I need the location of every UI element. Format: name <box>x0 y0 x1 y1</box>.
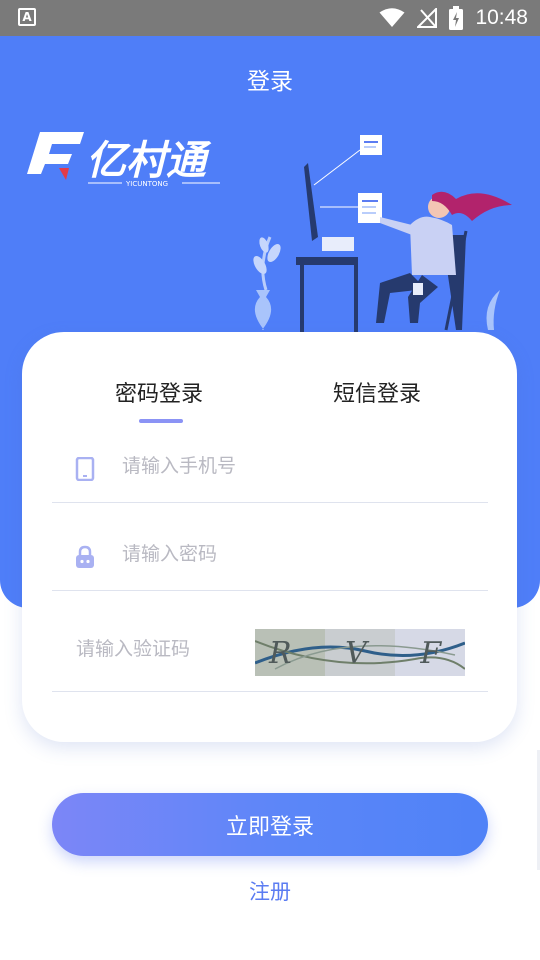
signal-icon <box>417 8 438 28</box>
captcha-field: R V F D <box>52 610 488 692</box>
tab-sms-login[interactable]: 短信登录 <box>333 376 421 408</box>
captcha-input[interactable] <box>76 638 246 660</box>
battery-icon <box>449 6 464 30</box>
tab-password-login[interactable]: 密码登录 <box>115 376 203 408</box>
captcha-image[interactable]: R V F D <box>255 629 465 676</box>
logo-brand-en: YICUNTONG <box>125 180 168 188</box>
tab-active-indicator <box>139 419 183 423</box>
register-link[interactable]: 注册 <box>0 876 540 906</box>
captcha-text: R V F D <box>268 636 465 671</box>
clock: 10:48 <box>475 6 528 29</box>
status-bar: A 10:48 <box>0 0 540 36</box>
phone-input[interactable] <box>122 455 422 477</box>
hero-illustration <box>253 135 512 335</box>
brand-logo: 亿村通 YICUNTONG <box>27 132 220 188</box>
page-title: 登录 <box>247 69 293 95</box>
password-input[interactable] <box>122 543 422 565</box>
wifi-icon <box>379 8 405 27</box>
lock-icon <box>76 545 94 568</box>
phone-icon <box>75 457 95 481</box>
phone-field <box>52 435 488 503</box>
notification-a-icon: A <box>18 8 36 26</box>
login-button[interactable]: 立即登录 <box>52 793 488 856</box>
password-field <box>52 523 488 591</box>
status-icons: 10:48 <box>379 0 528 36</box>
logo-brand-cn: 亿村通 <box>86 138 212 184</box>
